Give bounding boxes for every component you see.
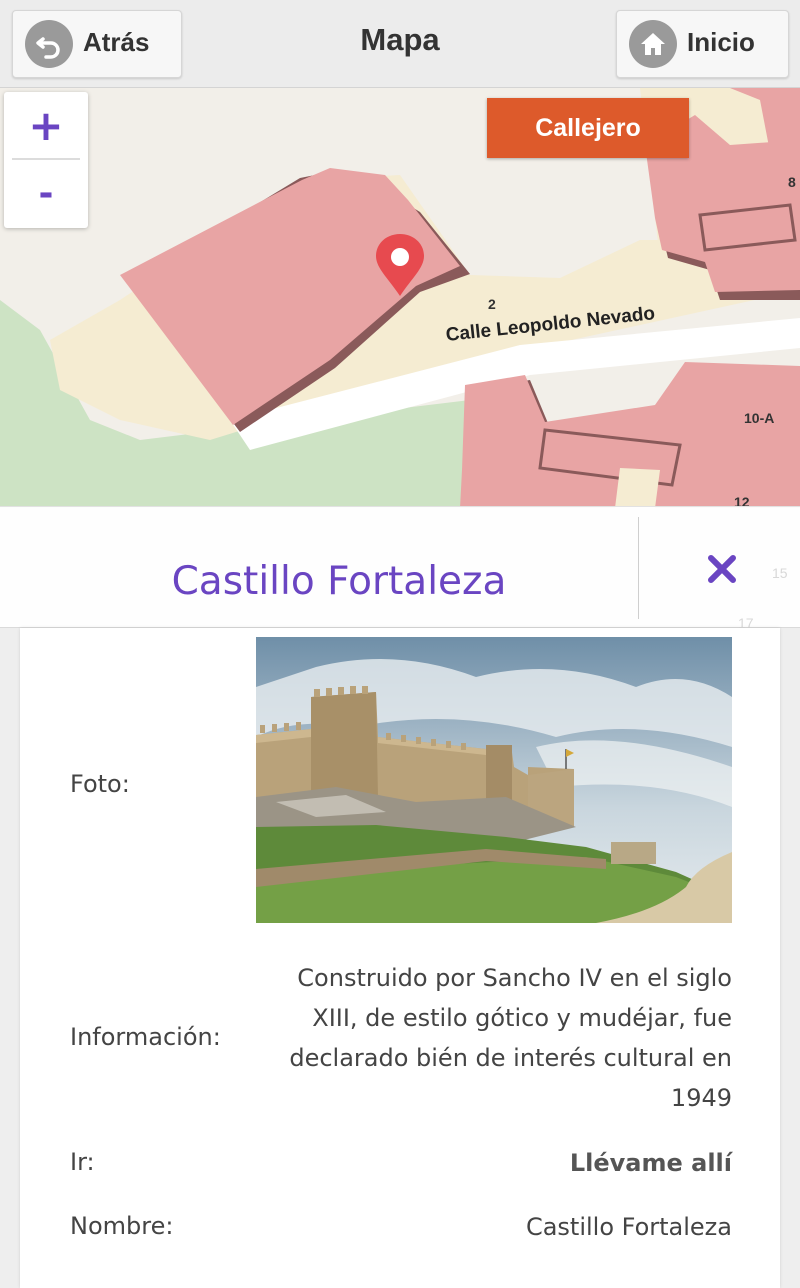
layer-callejero-button[interactable]: Callejero [487, 98, 689, 158]
info-text: Construido por Sancho IV en el siglo XII… [289, 958, 732, 1118]
name-value: Castillo Fortaleza [525, 1213, 732, 1241]
home-button-label: Inicio [687, 26, 755, 57]
info-line: declarado bién de interés cultural en [289, 1044, 732, 1072]
back-button-label: Atrás [83, 26, 150, 57]
zoom-control: + - [4, 92, 88, 228]
info-line: 1949 [670, 1084, 732, 1112]
take-me-there-link[interactable]: Llévame allí [570, 1143, 732, 1183]
zoom-in-button[interactable]: + [4, 92, 88, 158]
house-number: 15 [772, 565, 788, 581]
photo-label: Foto: [70, 770, 130, 798]
place-title: Castillo Fortaleza [171, 559, 507, 604]
house-number: 10-A [744, 410, 775, 426]
close-button[interactable] [700, 547, 744, 591]
house-number: 2 [488, 296, 496, 312]
home-button[interactable]: Inicio [616, 10, 789, 78]
info-line: Construido por Sancho IV en el siglo [297, 964, 732, 992]
house-number: 8 [788, 174, 796, 190]
go-label: Ir: [70, 1148, 95, 1176]
header-divider [638, 517, 639, 619]
zoom-out-button[interactable]: - [4, 160, 88, 226]
name-label: Nombre: [70, 1212, 174, 1240]
back-button[interactable]: Atrás [12, 10, 182, 78]
place-detail-card: Foto: Información: Construido por Sancho… [20, 628, 780, 1288]
info-line: XIII, de estilo gótico y mudéjar, fue [312, 1004, 732, 1032]
place-panel-header: 15 17 Castillo Fortaleza [0, 506, 800, 631]
home-icon [629, 20, 677, 68]
app-header: Atrás Mapa Inicio [0, 0, 800, 88]
info-label: Información: [70, 1023, 221, 1051]
back-arrow-icon [25, 20, 73, 68]
page-title: Mapa [360, 22, 440, 57]
close-icon [708, 555, 736, 583]
castle-photo [256, 637, 732, 923]
